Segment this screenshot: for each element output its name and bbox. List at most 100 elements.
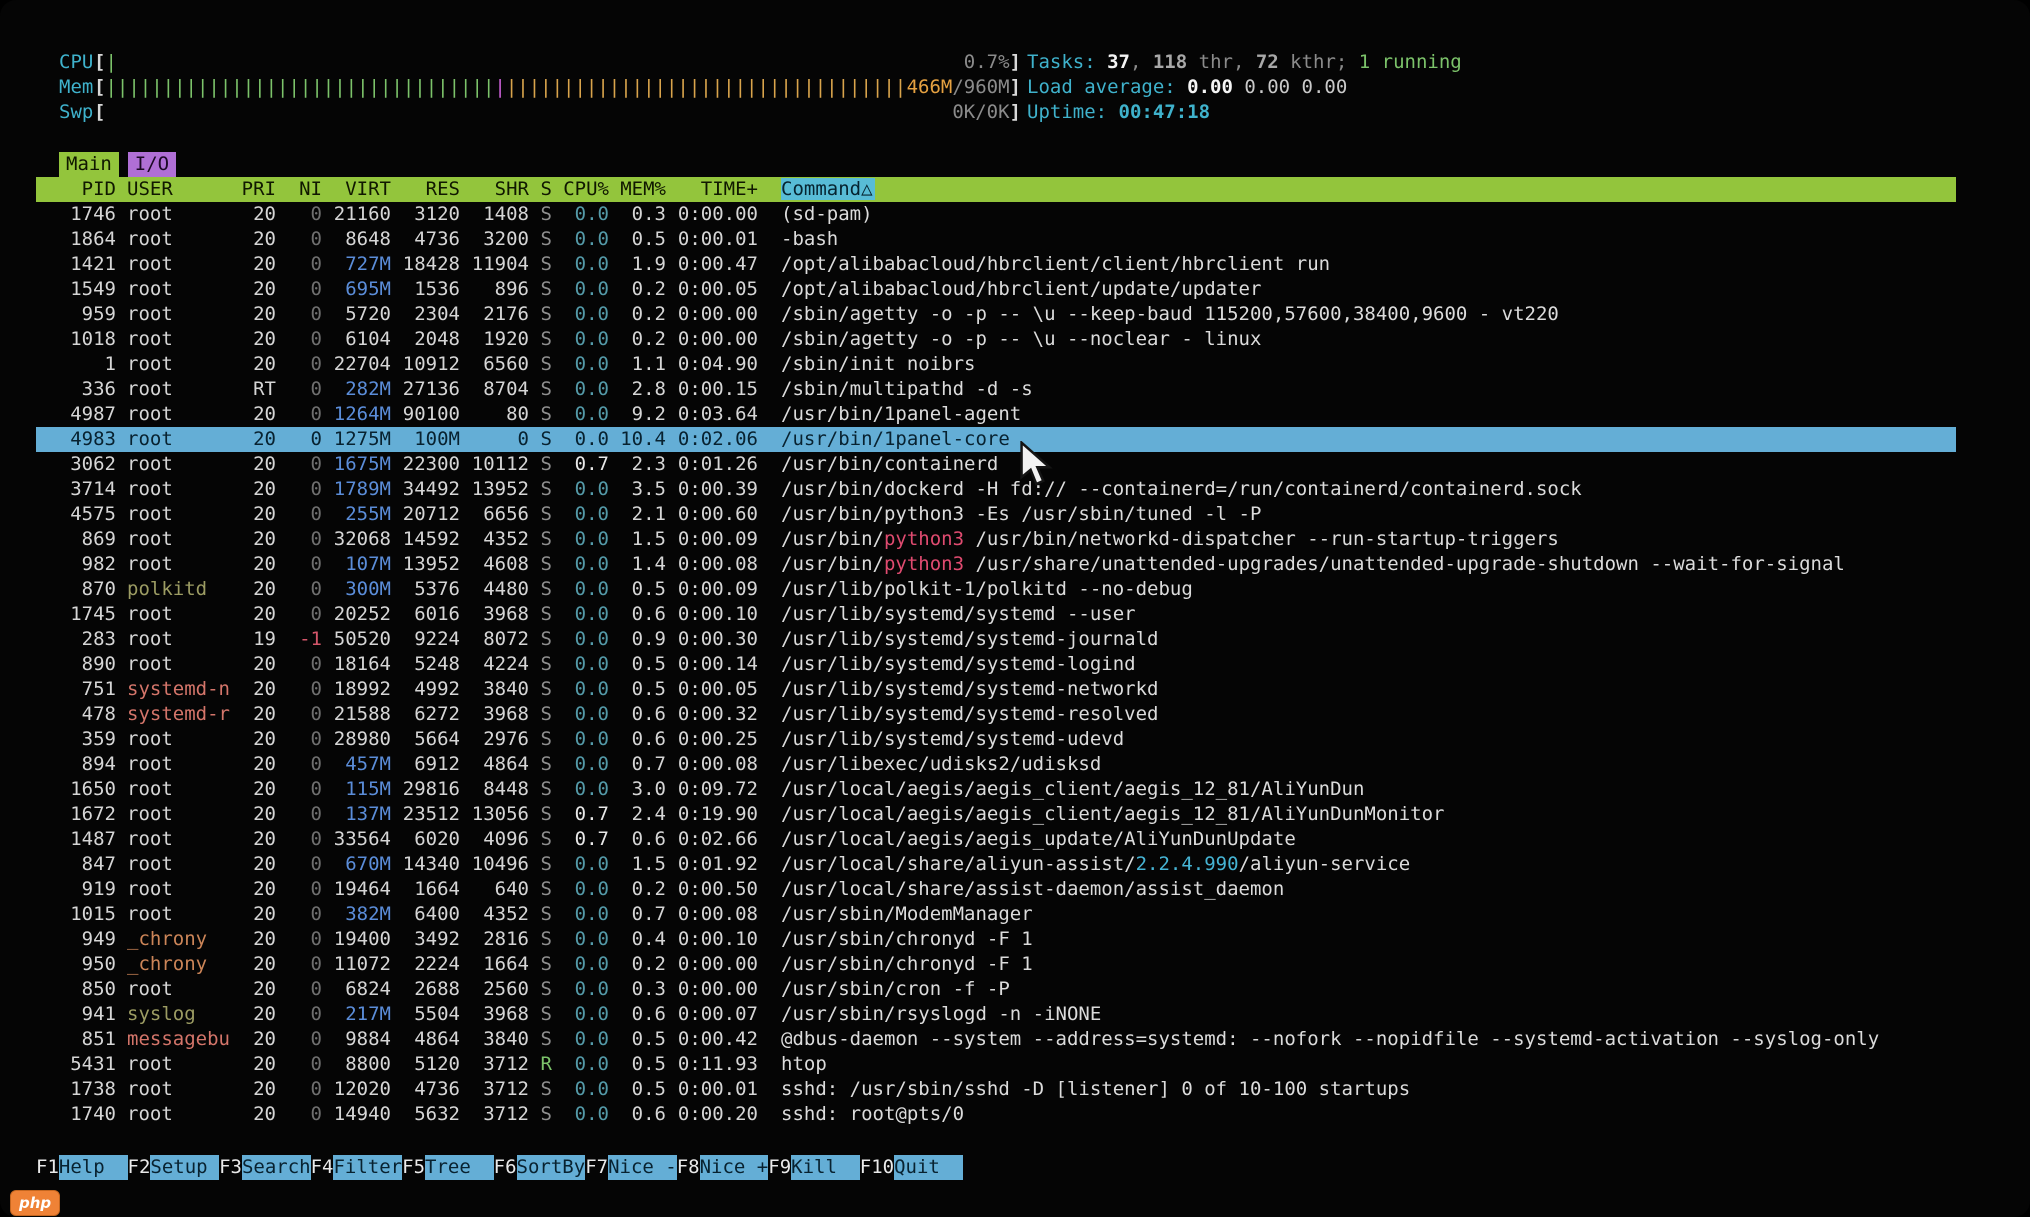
cell-time: 0:00.00: [666, 202, 758, 227]
function-key-f1[interactable]: F1Help: [36, 1155, 128, 1180]
tasks-summary-part: ,: [1130, 51, 1153, 73]
process-row[interactable]: 869root20032068145924352S0.01.50:00.09/u…: [36, 527, 1956, 552]
function-key-f7[interactable]: F7Nice -: [585, 1155, 677, 1180]
command-part: sshd: root@pts/0: [781, 1103, 964, 1125]
cell-pri: 20: [230, 877, 276, 902]
function-key-f10[interactable]: F10Quit: [860, 1155, 963, 1180]
cell-pri: 20: [230, 1052, 276, 1077]
cell-ni: 0: [276, 502, 322, 527]
process-row[interactable]: 1672root200137M2351213056S0.72.40:19.90/…: [36, 802, 1956, 827]
function-key-f6[interactable]: F6SortBy: [494, 1155, 586, 1180]
cell-virt: 14940: [322, 1102, 391, 1127]
process-row[interactable]: 4987root2001264M9010080S0.09.20:03.64/us…: [36, 402, 1956, 427]
process-row[interactable]: 1740root2001494056323712S0.00.60:00.20ss…: [36, 1102, 1956, 1127]
cell-user: root: [116, 802, 230, 827]
process-row[interactable]: 1018root200610420481920S0.00.20:00.00/sb…: [36, 327, 1956, 352]
process-row[interactable]: 1864root200864847363200S0.00.50:00.01-ba…: [36, 227, 1956, 252]
cell-ni: 0: [276, 202, 322, 227]
function-key-name: F5: [402, 1155, 425, 1180]
column-header-cpu[interactable]: CPU%: [552, 177, 609, 202]
process-row[interactable]: 4983root2001275M100M0S0.010.40:02.06/usr…: [36, 427, 1956, 452]
process-row[interactable]: 3714root2001789M3449213952S0.03.50:00.39…: [36, 477, 1956, 502]
column-header-pri[interactable]: PRI: [230, 177, 276, 202]
process-row[interactable]: 359root2002898056642976S0.00.60:00.25/us…: [36, 727, 1956, 752]
uptime-part: Uptime:: [1027, 101, 1119, 123]
column-header-s[interactable]: S: [529, 177, 552, 202]
cell-shr: 8072: [460, 627, 529, 652]
process-row[interactable]: 478systemd-re2002158862723968S0.00.60:00…: [36, 702, 1956, 727]
cell-s: S: [529, 452, 552, 477]
cell-shr: 4224: [460, 652, 529, 677]
column-header-mem[interactable]: MEM%: [609, 177, 666, 202]
process-row[interactable]: 949_chrony2001940034922816S0.00.40:00.10…: [36, 927, 1956, 952]
process-row[interactable]: 950_chrony2001107222241664S0.00.20:00.00…: [36, 952, 1956, 977]
process-row[interactable]: 870polkitd200300M53764480S0.00.50:00.09/…: [36, 577, 1956, 602]
column-header-user[interactable]: USER: [116, 177, 230, 202]
cell-command: /sbin/agetty -o -p -- \u --noclear - lin…: [758, 327, 1956, 352]
process-row[interactable]: 847root200670M1434010496S0.01.50:01.92/u…: [36, 852, 1956, 877]
process-row[interactable]: 919root200194641664640S0.00.20:00.50/usr…: [36, 877, 1956, 902]
cell-pri: 20: [230, 977, 276, 1002]
cell-time: 0:00.00: [666, 302, 758, 327]
process-row[interactable]: 1root20022704109126560S0.01.10:04.90/sbi…: [36, 352, 1956, 377]
column-header-res[interactable]: RES: [391, 177, 460, 202]
function-key-f2[interactable]: F2Setup: [128, 1155, 220, 1180]
tab-io[interactable]: I/O: [128, 152, 176, 177]
cell-ni: 0: [276, 927, 322, 952]
header-area: CPU[|0.7%]Mem[||||||||||||||||||||||||||…: [36, 50, 2030, 125]
cell-cpu: 0.0: [552, 477, 609, 502]
process-row[interactable]: 1487root2003356460204096S0.70.60:02.66/u…: [36, 827, 1956, 852]
cell-s: S: [529, 777, 552, 802]
process-row[interactable]: 850root200682426882560S0.00.30:00.00/usr…: [36, 977, 1956, 1002]
process-row[interactable]: 941syslog200217M55043968S0.00.60:00.07/u…: [36, 1002, 1956, 1027]
cell-command: (sd-pam): [758, 202, 1956, 227]
column-header-cmd[interactable]: Command△: [758, 177, 1956, 202]
process-row[interactable]: 751systemd-ne2001899249923840S0.00.50:00…: [36, 677, 1956, 702]
process-row[interactable]: 3062root2001675M2230010112S0.72.30:01.26…: [36, 452, 1956, 477]
cell-command: /usr/libexec/udisks2/udisksd: [758, 752, 1956, 777]
cell-cpu: 0.0: [552, 727, 609, 752]
cell-mem: 0.3: [609, 977, 666, 1002]
function-key-f3[interactable]: F3Search: [219, 1155, 311, 1180]
process-row[interactable]: 1015root200382M64004352S0.00.70:00.08/us…: [36, 902, 1956, 927]
function-key-f8[interactable]: F8Nice +: [677, 1155, 769, 1180]
cell-cpu: 0.0: [552, 977, 609, 1002]
process-row[interactable]: 1746root2002116031201408S0.00.30:00.00(s…: [36, 202, 1956, 227]
process-row[interactable]: 894root200457M69124864S0.00.70:00.08/usr…: [36, 752, 1956, 777]
cell-ni: 0: [276, 452, 322, 477]
process-row[interactable]: 4575root200255M207126656S0.02.10:00.60/u…: [36, 502, 1956, 527]
column-header-pid[interactable]: PID: [36, 177, 116, 202]
cell-cpu: 0.0: [552, 577, 609, 602]
tab-main[interactable]: Main: [59, 152, 119, 177]
cell-mem: 3.5: [609, 477, 666, 502]
process-row[interactable]: 1650root200115M298168448S0.03.00:09.72/u…: [36, 777, 1956, 802]
function-key-f5[interactable]: F5Tree: [402, 1155, 494, 1180]
cell-user: root: [116, 477, 230, 502]
process-row[interactable]: 851messagebus200988448643840S0.00.50:00.…: [36, 1027, 1956, 1052]
cell-mem: 2.3: [609, 452, 666, 477]
column-header-ni[interactable]: NI: [276, 177, 322, 202]
process-row[interactable]: 1421root200727M1842811904S0.01.90:00.47/…: [36, 252, 1956, 277]
process-row[interactable]: 1549root200695M1536896S0.00.20:00.05/opt…: [36, 277, 1956, 302]
process-row[interactable]: 336rootRT0282M271368704S0.02.80:00.15/sb…: [36, 377, 1956, 402]
column-header-virt[interactable]: VIRT: [322, 177, 391, 202]
cell-ni: 0: [276, 377, 322, 402]
process-row[interactable]: 982root200107M139524608S0.01.40:00.08/us…: [36, 552, 1956, 577]
cell-cpu: 0.0: [552, 677, 609, 702]
function-key-f9[interactable]: F9Kill: [768, 1155, 860, 1180]
process-row[interactable]: 1738root2001202047363712S0.00.50:00.01ss…: [36, 1077, 1956, 1102]
cell-command: /usr/lib/systemd/systemd-resolved: [758, 702, 1956, 727]
column-header-time[interactable]: TIME+: [666, 177, 758, 202]
cell-s: S: [529, 702, 552, 727]
process-row[interactable]: 5431root200880051203712R0.00.50:11.93hto…: [36, 1052, 1956, 1077]
process-row[interactable]: 890root2001816452484224S0.00.50:00.14/us…: [36, 652, 1956, 677]
process-row[interactable]: 283root19-15052092248072S0.00.90:00.30/u…: [36, 627, 1956, 652]
process-row[interactable]: 1745root2002025260163968S0.00.60:00.10/u…: [36, 602, 1956, 627]
cell-shr: 10496: [460, 852, 529, 877]
cell-mem: 0.6: [609, 827, 666, 852]
cell-shr: 8448: [460, 777, 529, 802]
column-header-shr[interactable]: SHR: [460, 177, 529, 202]
function-key-f4[interactable]: F4Filter: [311, 1155, 403, 1180]
process-row[interactable]: 959root200572023042176S0.00.20:00.00/sbi…: [36, 302, 1956, 327]
cell-s: S: [529, 752, 552, 777]
